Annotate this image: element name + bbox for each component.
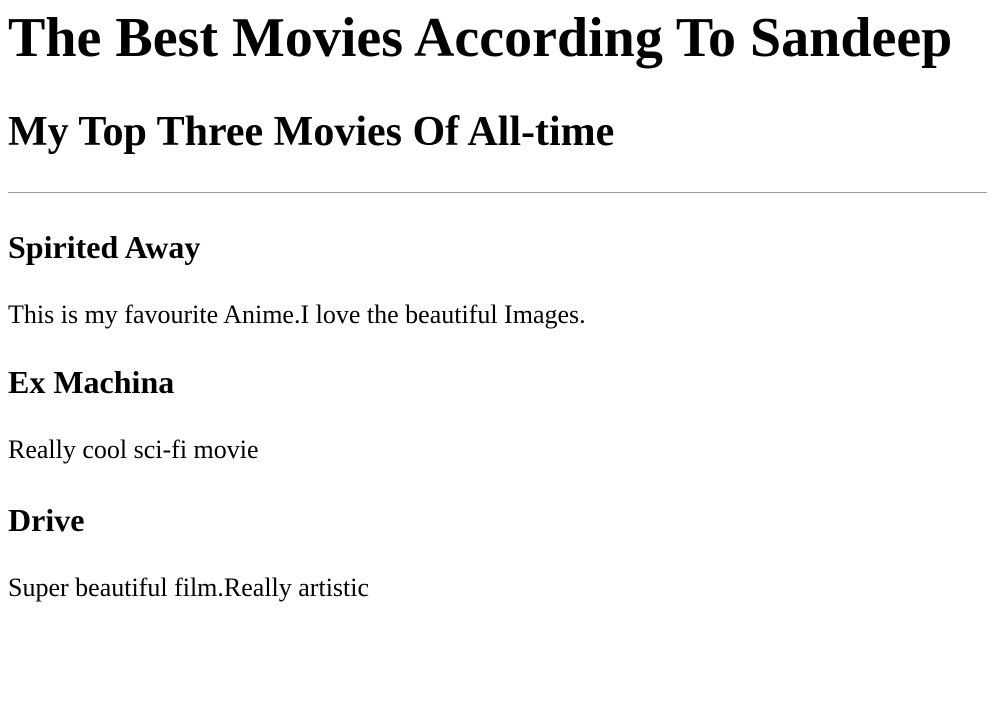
movie-title: Ex Machina <box>8 364 175 400</box>
page-subtitle: My Top Three Movies Of All-time <box>8 109 615 155</box>
movie-title: Drive <box>8 502 85 538</box>
movie-description: Really cool sci-fi movie <box>8 435 259 464</box>
movie-entry-spirited-away: Spirited Away This is my favourite Anime… <box>8 231 988 328</box>
movie-entry-drive: Drive Super beautiful film.Really artist… <box>8 504 988 601</box>
movie-entry-ex-machina: Ex Machina Really cool sci-fi movie <box>8 366 988 463</box>
divider <box>8 192 987 193</box>
page-title: The Best Movies According To Sandeep <box>8 7 953 69</box>
movie-title: Spirited Away <box>8 229 201 265</box>
movie-description: This is my favourite Anime.I love the be… <box>8 300 586 329</box>
page-content: The Best Movies According To Sandeep My … <box>0 10 996 601</box>
movie-description: Super beautiful film.Really artistic <box>8 573 370 602</box>
